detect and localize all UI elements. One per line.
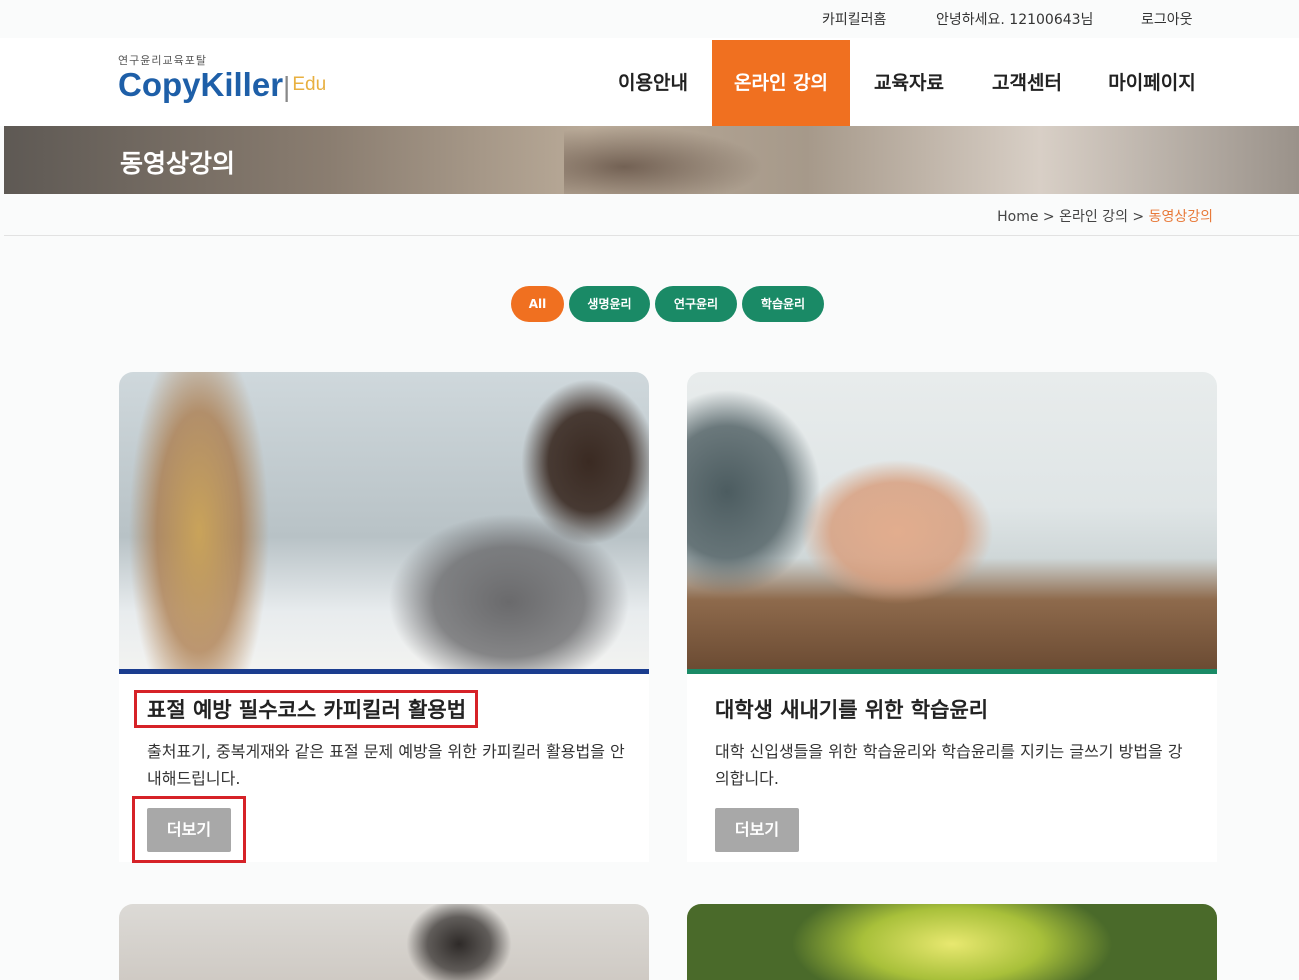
- nav-item-mypage[interactable]: 마이페이지: [1102, 40, 1202, 126]
- nav-item-materials[interactable]: 교육자료: [868, 40, 950, 126]
- page-banner: 동영상강의: [4, 126, 1299, 194]
- page-title: 동영상강의: [120, 149, 236, 178]
- course-card: 대학생 새내기를 위한 학습윤리 대학 신입생들을 위한 학습윤리와 학습윤리를…: [687, 372, 1217, 862]
- course-description: 대학 신입생들을 위한 학습윤리와 학습윤리를 지키는 글쓰기 방법을 강의합니…: [715, 742, 1183, 788]
- course-card-thumbnail-partial[interactable]: [119, 904, 649, 980]
- utility-bar: 카피킬러홈 안녕하세요. 12100643님 로그아웃: [0, 0, 1299, 38]
- course-card: 표절 예방 필수코스 카피킬러 활용법 출처표기, 중복게재와 같은 표절 문제…: [119, 372, 649, 862]
- breadcrumb-home[interactable]: Home: [997, 209, 1038, 225]
- nav-item-online-lecture[interactable]: 온라인 강의: [712, 40, 850, 126]
- breadcrumb-online-lecture[interactable]: 온라인 강의: [1059, 209, 1128, 225]
- thumbnail-accent-bar: [687, 669, 1217, 674]
- user-greeting: 안녕하세요. 12100643님: [936, 12, 1094, 28]
- course-title[interactable]: 대학생 새내기를 위한 학습윤리: [715, 694, 988, 724]
- breadcrumb-separator: >: [1132, 209, 1145, 225]
- copykiller-home-link[interactable]: 카피킬러홈: [822, 9, 886, 29]
- breadcrumb-separator: >: [1042, 209, 1055, 225]
- logo-suffix: Edu: [292, 74, 327, 95]
- filter-all[interactable]: All: [511, 286, 564, 322]
- thumbnail-accent-bar: [119, 669, 649, 674]
- course-thumbnail[interactable]: [119, 372, 649, 672]
- banner-image: [564, 126, 764, 194]
- site-header: 연구윤리교육포탈 CopyKiller| Edu 이용안내 온라인 강의 교육자료…: [0, 38, 1299, 126]
- filter-learning-ethics[interactable]: 학습윤리: [742, 286, 824, 322]
- filter-bioethics[interactable]: 생명윤리: [569, 286, 650, 322]
- nav-item-customer-center[interactable]: 고객센터: [986, 40, 1068, 126]
- logout-link[interactable]: 로그아웃: [1141, 9, 1193, 29]
- nav-item-guide[interactable]: 이용안내: [612, 40, 694, 126]
- filter-research-ethics[interactable]: 연구윤리: [655, 286, 737, 322]
- divider: [4, 235, 1299, 236]
- highlight-box-title: [134, 690, 478, 728]
- course-thumbnail[interactable]: [687, 372, 1217, 672]
- breadcrumb-current: 동영상강의: [1148, 209, 1213, 225]
- highlight-box-button: [132, 796, 246, 863]
- course-card-thumbnail-partial[interactable]: [687, 904, 1217, 980]
- logo-wordmark: CopyKiller| Edu: [118, 66, 327, 103]
- site-logo[interactable]: 연구윤리교육포탈 CopyKiller| Edu: [118, 52, 326, 104]
- logo-name: CopyKiller: [118, 66, 284, 103]
- more-button[interactable]: 더보기: [715, 808, 799, 852]
- breadcrumb: Home > 온라인 강의 > 동영상강의: [997, 206, 1213, 226]
- course-description: 출처표기, 중복게재와 같은 표절 문제 예방을 위한 카피킬러 활용법을 안내…: [147, 742, 625, 788]
